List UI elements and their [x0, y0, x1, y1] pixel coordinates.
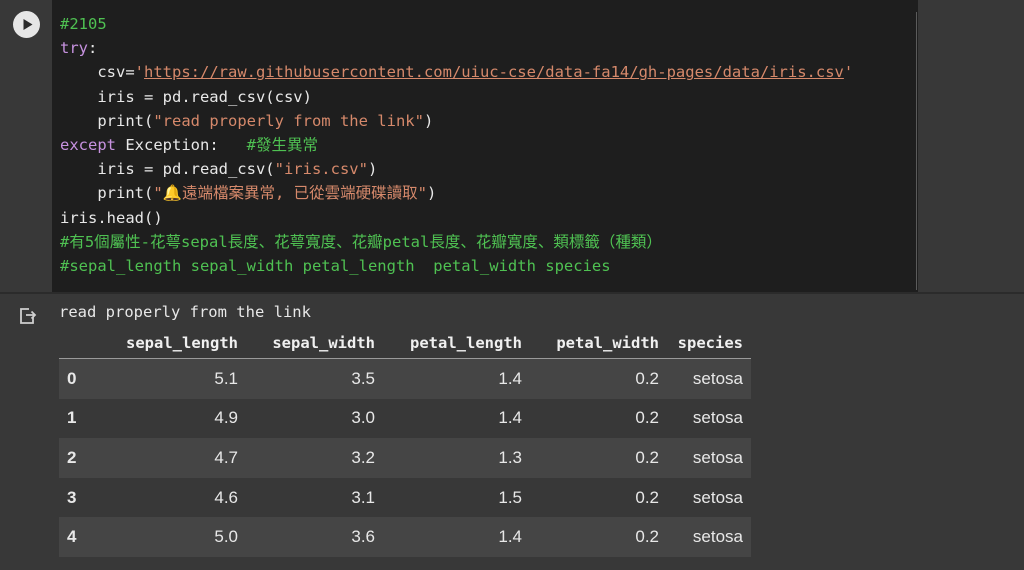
code-token-plain: iris = pd.read_csv( [60, 160, 275, 179]
cell-gutter [0, 0, 52, 292]
table-cell: setosa [667, 438, 751, 478]
code-token-str: ' [134, 63, 144, 82]
row-index: 4 [59, 517, 99, 557]
table-cell: setosa [667, 477, 751, 518]
table-cell: 1.4 [383, 398, 530, 439]
code-token-url[interactable]: https://raw.githubusercontent.com/uiuc-c… [144, 63, 844, 81]
table-cell: 4.7 [99, 438, 246, 478]
editor-scroll-edge [916, 12, 917, 290]
table-cell: 3.5 [246, 358, 383, 399]
play-icon [23, 19, 33, 30]
dataframe-table: sepal_length sepal_width petal_length pe… [59, 328, 751, 557]
code-text[interactable]: #2105 try: csv='https://raw.githubusercon… [60, 12, 853, 278]
code-token-plain: csv= [60, 63, 135, 82]
run-cell-button[interactable] [13, 11, 40, 38]
table-cell: 5.1 [99, 358, 246, 399]
row-index: 3 [59, 477, 99, 518]
code-token-str: "iris.csv" [274, 160, 368, 179]
row-index: 1 [59, 398, 99, 439]
code-token-str: ' [843, 63, 854, 82]
code-token-plain: iris.head() [60, 208, 163, 227]
code-token-plain: : [88, 39, 98, 58]
code-editor[interactable]: #2105 try: csv='https://raw.githubusercon… [52, 0, 918, 292]
column-header: sepal_width [246, 328, 383, 359]
table-header-row: sepal_length sepal_width petal_length pe… [59, 328, 751, 359]
code-token-kw: try [60, 39, 88, 58]
output-redirect-icon[interactable] [18, 306, 38, 326]
code-token-plain: iris = pd.read_csv(csv) [60, 87, 312, 106]
row-index: 2 [59, 438, 99, 478]
code-line: iris = pd.read_csv(csv) [60, 85, 853, 109]
table-cell: 4.6 [99, 477, 246, 518]
table-row: 0 5.1 3.5 1.4 0.2 setosa [59, 358, 751, 399]
code-cell: #2105 try: csv='https://raw.githubusercon… [0, 0, 1024, 292]
table-cell: 3.1 [246, 477, 383, 518]
code-token-str: "read properly from the link" [153, 111, 424, 130]
table-cell: 0.2 [530, 517, 667, 557]
code-token-comment: #2105 [60, 15, 107, 33]
row-index: 0 [59, 358, 99, 399]
table-cell: 0.2 [530, 477, 667, 518]
code-line: #sepal_length sepal_width petal_length p… [60, 254, 853, 278]
table-cell: 4.9 [99, 398, 246, 439]
code-token-plain: print( [60, 111, 154, 130]
cell-output: read properly from the link sepal_length… [0, 294, 1024, 570]
code-token-plain: ) [367, 160, 378, 179]
table-row: 1 4.9 3.0 1.4 0.2 setosa [59, 398, 751, 439]
table-cell: setosa [667, 517, 751, 557]
code-line: #有5個屬性-花萼sepal長度、花萼寬度、花瓣petal長度、花瓣寬度、類標籤… [60, 230, 853, 254]
table-cell: setosa [667, 358, 751, 399]
column-header: species [667, 328, 751, 359]
code-token-comment: #發生異常 [246, 135, 318, 154]
table-cell: 3.2 [246, 438, 383, 478]
column-header: petal_width [530, 328, 667, 359]
code-line: print("🔔遠端檔案異常, 已從雲端硬碟讀取") [60, 181, 853, 205]
table-cell: 1.5 [383, 477, 530, 518]
code-line: iris.head() [60, 206, 853, 230]
table-cell: 0.2 [530, 398, 667, 439]
table-cell: 3.0 [246, 398, 383, 439]
stdout-text: read properly from the link [59, 303, 311, 321]
code-line: try: [60, 36, 853, 60]
code-line: except Exception: #發生異常 [60, 133, 853, 157]
code-line: print("read properly from the link") [60, 109, 853, 133]
code-token-plain: ) [423, 111, 434, 130]
index-header [59, 328, 99, 359]
table-cell: 3.6 [246, 517, 383, 557]
code-token-str: "🔔遠端檔案異常, 已從雲端硬碟讀取" [153, 184, 427, 203]
table-cell: setosa [667, 398, 751, 439]
table-cell: 1.3 [383, 438, 530, 478]
table-row: 3 4.6 3.1 1.5 0.2 setosa [59, 477, 751, 518]
table-cell: 0.2 [530, 438, 667, 478]
column-header: petal_length [383, 328, 530, 359]
table-cell: 5.0 [99, 517, 246, 557]
code-token-comment: #有5個屬性-花萼sepal長度、花萼寬度、花瓣petal長度、花瓣寬度、類標籤… [60, 232, 662, 251]
code-line: csv='https://raw.githubusercontent.com/u… [60, 60, 853, 84]
code-line: #2105 [60, 12, 853, 36]
column-header: sepal_length [99, 328, 246, 359]
code-token-plain: ) [426, 184, 437, 203]
code-token-plain: Exception: [116, 135, 247, 154]
table-cell: 0.2 [530, 358, 667, 399]
code-token-plain: print( [60, 184, 154, 203]
code-token-kw: except [60, 135, 116, 154]
code-token-comment: #sepal_length sepal_width petal_length p… [60, 256, 611, 275]
table-row: 4 5.0 3.6 1.4 0.2 setosa [59, 517, 751, 557]
table-cell: 1.4 [383, 358, 530, 399]
table-row: 2 4.7 3.2 1.3 0.2 setosa [59, 438, 751, 478]
code-line: iris = pd.read_csv("iris.csv") [60, 157, 853, 181]
table-cell: 1.4 [383, 517, 530, 557]
